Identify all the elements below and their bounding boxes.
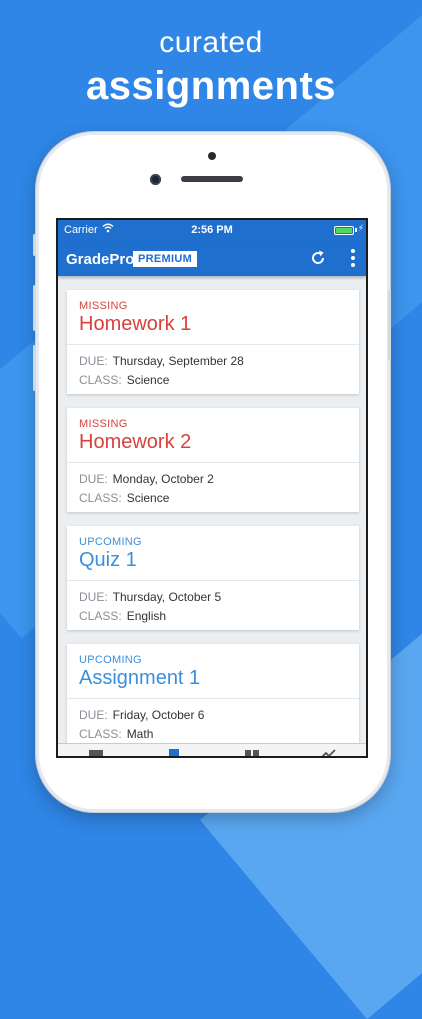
class-row: CLASS: English bbox=[79, 609, 166, 623]
due-value: Friday, October 6 bbox=[112, 708, 205, 722]
assignment-name: Homework 2 bbox=[79, 431, 192, 453]
due-value: Thursday, September 28 bbox=[112, 354, 244, 368]
more-vert-icon[interactable] bbox=[350, 249, 356, 269]
class-label: CLASS: bbox=[79, 373, 122, 387]
due-label: DUE: bbox=[79, 472, 108, 486]
charging-icon: ⚡ bbox=[357, 223, 364, 233]
due-label: DUE: bbox=[79, 354, 108, 368]
class-value: Math bbox=[126, 727, 154, 741]
due-value: Thursday, October 5 bbox=[112, 590, 222, 604]
phone-mute-switch bbox=[33, 234, 36, 256]
front-camera bbox=[150, 174, 161, 185]
promo-subtitle: curated bbox=[159, 26, 263, 59]
assignment-status: UPCOMING bbox=[79, 536, 142, 548]
battery-icon bbox=[334, 226, 354, 235]
due-row: DUE: Friday, October 6 bbox=[79, 708, 204, 722]
assignment-name: Quiz 1 bbox=[79, 549, 137, 571]
promo-title: assignments bbox=[85, 64, 337, 108]
earpiece-speaker bbox=[181, 176, 243, 182]
assignment-card[interactable]: MISSING Homework 2 DUE: Monday, October 2… bbox=[67, 408, 359, 512]
due-value: Monday, October 2 bbox=[112, 472, 214, 486]
classes-tab-icon[interactable] bbox=[244, 746, 260, 756]
card-divider bbox=[67, 698, 359, 699]
status-bar: Carrier 2:56 PM ⚡ bbox=[58, 220, 366, 242]
due-label: DUE: bbox=[79, 708, 108, 722]
app-screen: Carrier 2:56 PM ⚡ GradePro PREMIUM MISSI… bbox=[56, 218, 368, 758]
phone-volume-up bbox=[33, 285, 36, 331]
card-divider bbox=[67, 580, 359, 581]
app-toolbar: GradePro PREMIUM bbox=[58, 242, 366, 276]
class-value: Science bbox=[126, 491, 170, 505]
due-row: DUE: Thursday, September 28 bbox=[79, 354, 244, 368]
card-divider bbox=[67, 344, 359, 345]
assignment-card[interactable]: UPCOMING Quiz 1 DUE: Thursday, October 5 … bbox=[67, 526, 359, 630]
class-row: CLASS: Science bbox=[79, 491, 169, 505]
premium-badge: PREMIUM bbox=[133, 251, 198, 267]
assignment-status: MISSING bbox=[79, 300, 128, 312]
app-title: GradePro bbox=[66, 251, 135, 268]
phone-power-button bbox=[388, 290, 391, 360]
due-label: DUE: bbox=[79, 590, 108, 604]
news-tab-icon[interactable] bbox=[88, 746, 104, 756]
refresh-icon[interactable] bbox=[308, 248, 328, 268]
due-row: DUE: Monday, October 2 bbox=[79, 472, 214, 486]
assignments-tab-icon[interactable] bbox=[166, 746, 182, 756]
assignment-card[interactable]: MISSING Homework 1 DUE: Thursday, Septemb… bbox=[67, 290, 359, 394]
class-row: CLASS: Science bbox=[79, 373, 169, 387]
phone-volume-down bbox=[33, 345, 36, 391]
assignment-card[interactable]: UPCOMING Assignment 1 DUE: Friday, Octobe… bbox=[67, 644, 359, 748]
class-row: CLASS: Math bbox=[79, 727, 153, 741]
class-label: CLASS: bbox=[79, 727, 122, 741]
card-divider bbox=[67, 462, 359, 463]
class-value: English bbox=[126, 609, 167, 623]
due-row: DUE: Thursday, October 5 bbox=[79, 590, 221, 604]
status-time: 2:56 PM bbox=[191, 224, 233, 236]
grades-tab-icon[interactable] bbox=[320, 746, 336, 756]
class-label: CLASS: bbox=[79, 609, 122, 623]
assignment-status: MISSING bbox=[79, 418, 128, 430]
class-value: Science bbox=[126, 373, 170, 387]
assignment-name: Assignment 1 bbox=[79, 667, 201, 689]
assignment-name: Homework 1 bbox=[79, 313, 192, 335]
assignment-status: UPCOMING bbox=[79, 654, 142, 666]
class-label: CLASS: bbox=[79, 491, 122, 505]
proximity-sensor bbox=[208, 152, 216, 160]
